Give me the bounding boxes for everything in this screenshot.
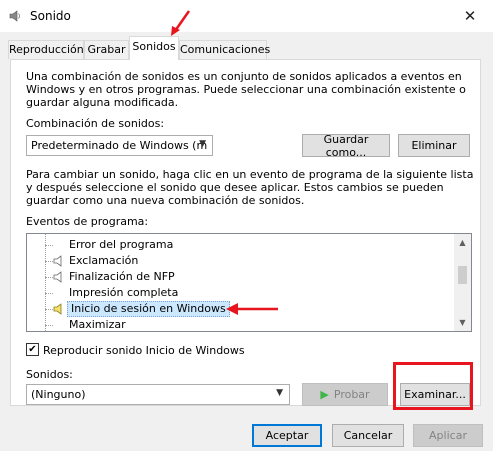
sounds-label: Sonidos: <box>26 368 73 381</box>
close-icon: ✕ <box>463 6 477 25</box>
speaker-icon <box>9 10 20 22</box>
chevron-down-icon: ▼ <box>199 139 206 149</box>
annotation-arrow-icon <box>226 303 278 315</box>
tree-connector <box>45 309 53 310</box>
speaker-icon <box>53 271 62 283</box>
scheme-select[interactable]: Predeterminado de Windows (m ▼ <box>26 135 213 156</box>
instructions-line1: Para cambiar un sonido, haga clic en un … <box>26 168 474 181</box>
tree-connector <box>45 277 53 278</box>
save-as-button[interactable]: Guardar como... <box>302 132 390 159</box>
events-scrollbar[interactable]: ▲ ▼ <box>454 234 471 331</box>
list-item[interactable]: Maximizar <box>69 317 126 331</box>
sounds-select[interactable]: (Ninguno) ▼ <box>26 384 290 405</box>
tree-connector <box>45 261 53 262</box>
events-list[interactable]: Error del programa Exclamación Finalizac… <box>26 233 472 332</box>
title-bar: Sonido ✕ <box>0 0 493 32</box>
chevron-down-icon: ▼ <box>276 388 283 398</box>
close-button[interactable]: ✕ <box>447 0 493 31</box>
list-item[interactable]: Exclamación <box>69 253 138 269</box>
intro-text-line1: Una combinación de sonidos es un conjunt… <box>26 70 462 83</box>
intro-text-line3: guardar alguna modificada. <box>26 96 179 109</box>
list-item[interactable]: Error del programa <box>69 237 173 253</box>
tab-grabar[interactable]: Grabar <box>84 40 129 59</box>
ok-label: Aceptar <box>265 429 309 442</box>
annotation-highlight-box <box>393 362 473 410</box>
instructions-line3: guardar como una nueva combinación de so… <box>26 194 305 207</box>
tab-label: Comunicaciones <box>180 43 271 56</box>
tab-label: Sonidos <box>132 40 176 53</box>
play-icon: ▶ <box>320 388 329 401</box>
sounds-select-value: (Ninguno) <box>31 388 86 401</box>
tab-comunicaciones[interactable]: Comunicaciones <box>179 40 271 59</box>
scroll-down-icon[interactable]: ▼ <box>454 314 471 331</box>
startup-sound-label[interactable]: Reproducir sonido Inicio de Windows <box>43 344 245 357</box>
ok-button[interactable]: Aceptar <box>252 424 322 447</box>
scroll-thumb[interactable] <box>458 266 467 284</box>
scheme-select-value: Predeterminado de Windows (m <box>31 139 208 152</box>
apply-button[interactable]: Aplicar <box>413 424 483 447</box>
tree-connector <box>45 293 53 294</box>
tab-reproduccion[interactable]: Reproducción <box>8 40 84 59</box>
tab-label: Reproducción <box>9 43 84 56</box>
annotation-arrow-icon <box>171 10 191 36</box>
scheme-label: Combinación de sonidos: <box>26 117 165 130</box>
checkmark-icon: ✔ <box>28 343 37 355</box>
delete-button[interactable]: Eliminar <box>398 134 470 157</box>
tree-connector <box>45 325 53 326</box>
tab-sonidos[interactable]: Sonidos <box>129 36 179 60</box>
window-title: Sonido <box>30 9 71 23</box>
list-item[interactable]: Impresión completa <box>69 285 178 301</box>
list-item[interactable]: Finalización de NFP <box>69 269 175 285</box>
apply-label: Aplicar <box>429 429 467 442</box>
tree-connector <box>45 245 53 246</box>
tree-line <box>45 234 46 331</box>
cancel-button[interactable]: Cancelar <box>332 424 404 447</box>
intro-text-line2: Windows y en otros programas. Puede sele… <box>26 83 466 96</box>
instructions-line2: y después seleccione el sonido que desee… <box>26 181 444 194</box>
scroll-up-icon[interactable]: ▲ <box>454 234 471 251</box>
list-item-selected[interactable]: Inicio de sesión en Windows <box>67 301 230 317</box>
startup-sound-checkbox[interactable]: ✔ <box>26 343 39 356</box>
speaker-icon <box>53 303 62 315</box>
test-button[interactable]: ▶ Probar <box>302 383 388 406</box>
cancel-label: Cancelar <box>343 429 393 442</box>
save-as-label: Guardar como... <box>323 132 369 159</box>
tab-label: Grabar <box>87 43 126 56</box>
test-label: Probar <box>333 388 370 401</box>
delete-label: Eliminar <box>411 139 457 152</box>
events-label: Eventos de programa: <box>26 215 149 228</box>
speaker-icon <box>53 255 62 267</box>
